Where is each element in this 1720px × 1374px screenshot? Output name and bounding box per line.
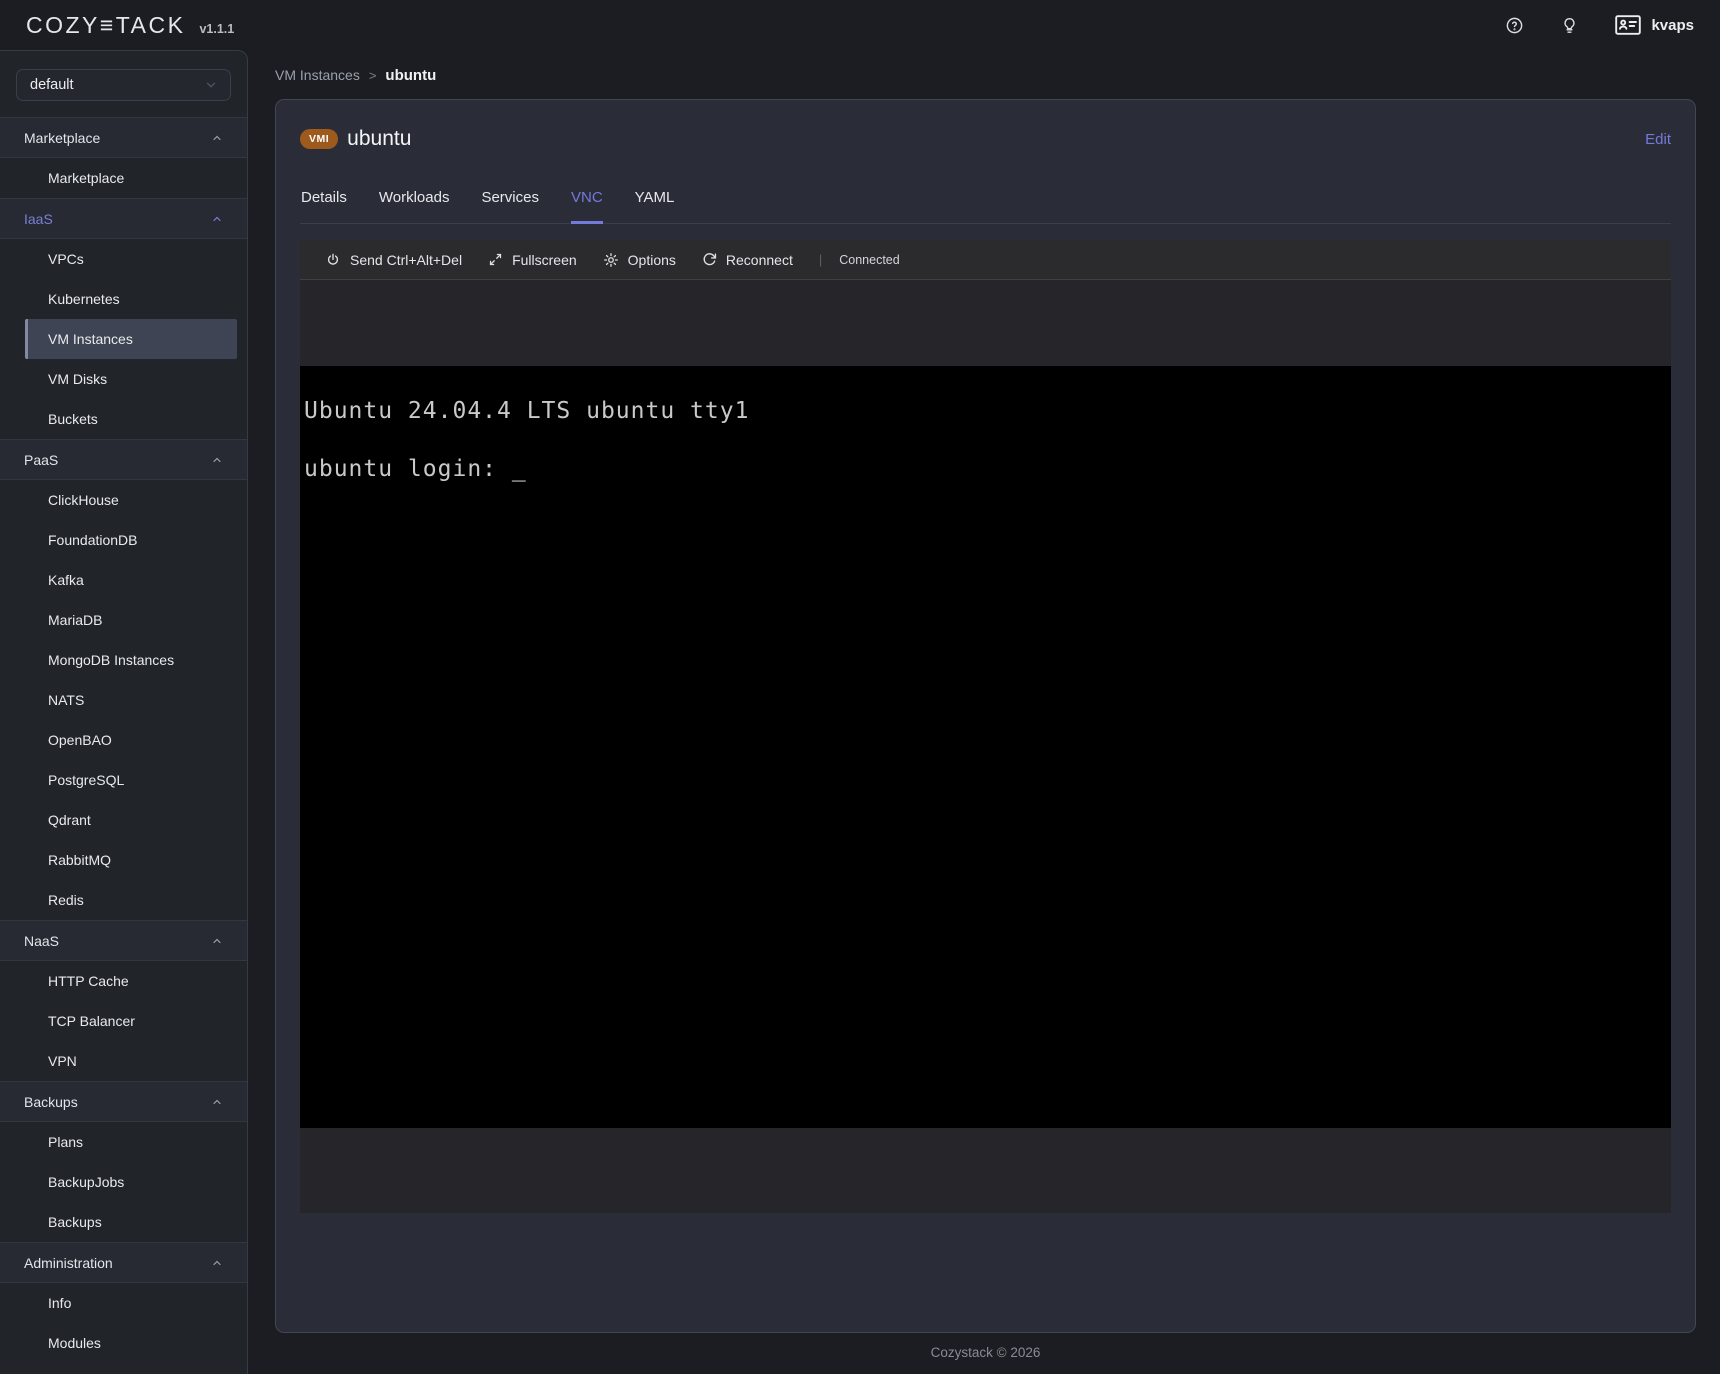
sidebar-item-tcp-balancer[interactable]: TCP Balancer — [25, 1001, 237, 1041]
sidebar-item-qdrant[interactable]: Qdrant — [25, 800, 237, 840]
sidebar-item-postgresql[interactable]: PostgreSQL — [25, 760, 237, 800]
sidebar-item-vm-instances[interactable]: VM Instances — [25, 319, 237, 359]
vnc-screen-area: Ubuntu 24.04.4 LTS ubuntu tty1 ubuntu lo… — [300, 280, 1671, 1213]
id-card-icon — [1615, 15, 1641, 35]
terminal-line: Ubuntu 24.04.4 LTS ubuntu tty1 — [304, 398, 749, 424]
sidebar: default Marketplace Marketplace IaaS VPC… — [0, 50, 248, 1374]
vnc-console[interactable]: Ubuntu 24.04.4 LTS ubuntu tty1 ubuntu lo… — [300, 366, 1671, 1128]
sidebar-item-vpcs[interactable]: VPCs — [25, 239, 237, 279]
sidebar-section-marketplace[interactable]: Marketplace — [0, 117, 247, 158]
power-icon — [325, 252, 341, 268]
sidebar-item-kafka[interactable]: Kafka — [25, 560, 237, 600]
breadcrumb-separator: > — [369, 68, 377, 83]
reconnect-button[interactable]: Reconnect — [702, 252, 793, 268]
sidebar-section-administration[interactable]: Administration — [0, 1242, 247, 1283]
card-header: VMI ubuntu Edit — [300, 100, 1671, 151]
sidebar-item-nats[interactable]: NATS — [25, 680, 237, 720]
vmi-kind-badge: VMI — [300, 129, 338, 149]
main-content: VM Instances > ubuntu VMI ubuntu Edit De… — [248, 50, 1720, 1374]
toolbar-divider: | — [819, 252, 822, 267]
chevron-down-icon — [204, 78, 218, 92]
tab-vnc[interactable]: VNC — [571, 189, 603, 224]
sidebar-item-backups[interactable]: Backups — [25, 1202, 237, 1242]
sidebar-item-mongodb-instances[interactable]: MongoDB Instances — [25, 640, 237, 680]
sidebar-item-kubernetes[interactable]: Kubernetes — [25, 279, 237, 319]
chevron-up-icon — [211, 935, 223, 947]
header-actions: kvaps — [1505, 15, 1694, 35]
sidebar-item-foundationdb[interactable]: FoundationDB — [25, 520, 237, 560]
sidebar-item-redis[interactable]: Redis — [25, 880, 237, 920]
terminal-cursor: _ — [512, 456, 527, 482]
tab-services[interactable]: Services — [481, 189, 539, 224]
options-button[interactable]: Options — [603, 252, 676, 268]
sidebar-item-http-cache[interactable]: HTTP Cache — [25, 961, 237, 1001]
chevron-up-icon — [211, 1257, 223, 1269]
footer-copyright: Cozystack © 2026 — [275, 1345, 1696, 1360]
tab-details[interactable]: Details — [301, 189, 347, 224]
brand: COZY≡TACK v1.1.1 — [26, 12, 234, 39]
tab-bar: Details Workloads Services VNC YAML — [300, 189, 1671, 224]
sidebar-item-vm-disks[interactable]: VM Disks — [25, 359, 237, 399]
help-button[interactable] — [1505, 16, 1524, 35]
app-header: COZY≡TACK v1.1.1 — [0, 0, 1720, 50]
tab-workloads[interactable]: Workloads — [379, 189, 450, 224]
app-logo: COZY≡TACK — [26, 12, 185, 39]
reconnect-icon — [702, 252, 717, 267]
breadcrumb-vm-instances[interactable]: VM Instances — [275, 67, 360, 83]
lightbulb-icon — [1560, 16, 1579, 35]
vm-detail-card: VMI ubuntu Edit Details Workloads Servic… — [275, 99, 1696, 1333]
edit-button[interactable]: Edit — [1645, 131, 1671, 148]
sidebar-item-plans[interactable]: Plans — [25, 1122, 237, 1162]
help-circle-icon — [1505, 16, 1524, 35]
app-version: v1.1.1 — [199, 22, 234, 36]
sidebar-item-rabbitmq[interactable]: RabbitMQ — [25, 840, 237, 880]
page-title: ubuntu — [347, 127, 411, 151]
sidebar-item-marketplace[interactable]: Marketplace — [25, 158, 237, 198]
user-menu[interactable]: kvaps — [1615, 15, 1694, 35]
gear-icon — [603, 252, 619, 268]
sidebar-item-info[interactable]: Info — [25, 1283, 237, 1323]
sidebar-section-naas[interactable]: NaaS — [0, 920, 247, 961]
sidebar-section-backups[interactable]: Backups — [0, 1081, 247, 1122]
connection-status: Connected — [839, 253, 899, 267]
sidebar-section-iaas[interactable]: IaaS — [0, 198, 247, 239]
fullscreen-icon — [488, 252, 503, 267]
tab-yaml[interactable]: YAML — [635, 189, 675, 224]
theme-toggle-button[interactable] — [1560, 16, 1579, 35]
sidebar-item-mariadb[interactable]: MariaDB — [25, 600, 237, 640]
chevron-up-icon — [211, 1096, 223, 1108]
fullscreen-button[interactable]: Fullscreen — [488, 252, 577, 268]
chevron-up-icon — [211, 132, 223, 144]
chevron-up-icon — [211, 213, 223, 225]
vnc-panel: Send Ctrl+Alt+Del Fullscreen — [300, 240, 1671, 1213]
terminal-output: Ubuntu 24.04.4 LTS ubuntu tty1 ubuntu lo… — [304, 397, 1671, 484]
breadcrumb-current: ubuntu — [385, 67, 436, 84]
namespace-select-value: default — [30, 77, 74, 93]
sidebar-item-buckets[interactable]: Buckets — [25, 399, 237, 439]
sidebar-item-vpn[interactable]: VPN — [25, 1041, 237, 1081]
terminal-login-prompt: ubuntu login: — [304, 456, 512, 482]
sidebar-item-modules[interactable]: Modules — [25, 1323, 237, 1363]
username: kvaps — [1651, 17, 1694, 34]
namespace-select[interactable]: default — [16, 69, 231, 101]
vnc-toolbar: Send Ctrl+Alt+Del Fullscreen — [300, 240, 1671, 280]
breadcrumb: VM Instances > ubuntu — [275, 64, 1696, 86]
send-ctrl-alt-del-button[interactable]: Send Ctrl+Alt+Del — [325, 252, 462, 268]
sidebar-item-clickhouse[interactable]: ClickHouse — [25, 480, 237, 520]
sidebar-item-backupjobs[interactable]: BackupJobs — [25, 1162, 237, 1202]
sidebar-item-openbao[interactable]: OpenBAO — [25, 720, 237, 760]
sidebar-section-paas[interactable]: PaaS — [0, 439, 247, 480]
sidebar-nav: Marketplace Marketplace IaaS VPCs Kubern… — [0, 117, 247, 1363]
chevron-up-icon — [211, 454, 223, 466]
